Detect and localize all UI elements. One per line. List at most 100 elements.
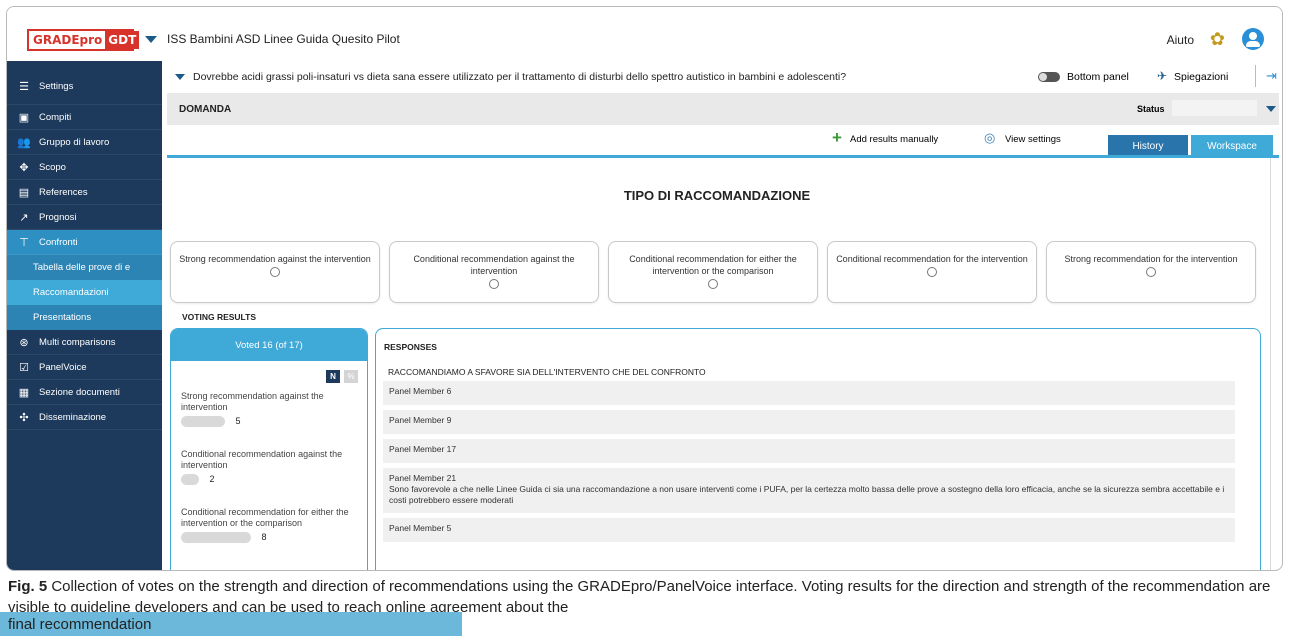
actions-bar: + Add results manually ◎ View settings H… bbox=[162, 125, 1282, 157]
project-title: ISS Bambini ASD Linee Guida Quesito Pilo… bbox=[167, 32, 400, 46]
sidebar-item-references[interactable]: ▤ References bbox=[7, 180, 162, 205]
vote-count: 2 bbox=[209, 474, 215, 485]
tab-history[interactable]: History bbox=[1108, 135, 1188, 157]
option-conditional-either[interactable]: Conditional recommendation for either th… bbox=[608, 241, 818, 303]
radio-button[interactable] bbox=[708, 279, 718, 289]
references-icon: ▤ bbox=[18, 186, 30, 199]
team-icon: 👥 bbox=[17, 136, 31, 149]
domanda-bar[interactable]: DOMANDA Status bbox=[167, 93, 1279, 125]
plus-icon[interactable]: + bbox=[832, 129, 842, 146]
vote-bar bbox=[181, 532, 251, 544]
status-label: Status bbox=[1137, 104, 1165, 114]
divider bbox=[167, 155, 1279, 158]
panel-member-name: Panel Member 5 bbox=[389, 523, 452, 533]
sidebar-subitem-tabella[interactable]: Tabella delle prove di e bbox=[7, 255, 162, 280]
question-text: Dovrebbe acidi grassi poli-insaturi vs d… bbox=[193, 71, 847, 83]
responses-header: RESPONSES bbox=[384, 342, 437, 352]
percent-toggle-button[interactable]: % bbox=[344, 370, 358, 383]
option-strong-for[interactable]: Strong recommendation for the interventi… bbox=[1046, 241, 1256, 303]
gradepro-logo[interactable]: GRADEpro GDT bbox=[27, 29, 140, 51]
sidebar-item-label: PanelVoice bbox=[39, 361, 87, 373]
view-settings-button[interactable]: View settings bbox=[1005, 134, 1061, 145]
response-row: Panel Member 17 bbox=[383, 439, 1235, 463]
tasks-icon: ▣ bbox=[18, 111, 30, 124]
logo-text: GRADEpro bbox=[33, 33, 103, 47]
add-results-button[interactable]: Add results manually bbox=[850, 134, 938, 145]
radio-button[interactable] bbox=[927, 267, 937, 277]
sidebar-item-multi-comparisons[interactable]: ⊛ Multi comparisons bbox=[7, 330, 162, 355]
sidebar-subitem-raccomandazioni[interactable]: Raccomandazioni bbox=[7, 280, 162, 305]
option-label: Conditional recommendation against the i… bbox=[413, 254, 575, 276]
response-row: Panel Member 21 Sono favorevole a che ne… bbox=[383, 468, 1235, 513]
panel-member-name: Panel Member 17 bbox=[389, 444, 457, 454]
sidebar-item-label: Gruppo di lavoro bbox=[39, 136, 110, 148]
chevron-down-icon[interactable] bbox=[1266, 106, 1276, 112]
sidebar-item-compiti[interactable]: ▣ Compiti bbox=[7, 105, 162, 130]
panel-member-name: Panel Member 6 bbox=[389, 386, 452, 396]
sidebar-item-panelvoice[interactable]: ☑ PanelVoice bbox=[7, 355, 162, 380]
response-row: Panel Member 5 bbox=[383, 518, 1235, 542]
chevron-down-icon[interactable] bbox=[175, 74, 185, 80]
bottom-panel-toggle[interactable] bbox=[1038, 72, 1060, 82]
vote-bar bbox=[181, 474, 199, 486]
option-label: Strong recommendation against the interv… bbox=[179, 254, 371, 264]
app-window: GRADEpro GDT ISS Bambini ASD Linee Guida… bbox=[6, 6, 1283, 571]
bottom-panel-label: Bottom panel bbox=[1067, 71, 1129, 83]
document-icon: ▦ bbox=[18, 386, 30, 399]
vote-bar bbox=[181, 416, 225, 428]
sidebar-item-gruppo[interactable]: 👥 Gruppo di lavoro bbox=[7, 130, 162, 155]
radio-button[interactable] bbox=[489, 279, 499, 289]
panel-member-name: Panel Member 9 bbox=[389, 415, 452, 425]
sidebar-item-sezione-documenti[interactable]: ▦ Sezione documenti bbox=[7, 380, 162, 405]
pin-icon: ✈ bbox=[1157, 69, 1168, 83]
vote-label: Conditional recommendation for either th… bbox=[181, 507, 349, 528]
sidebar-item-label: Confronti bbox=[39, 236, 78, 248]
radio-button[interactable] bbox=[270, 267, 280, 277]
option-conditional-for[interactable]: Conditional recommendation for the inter… bbox=[827, 241, 1037, 303]
count-toggle-button[interactable]: N bbox=[326, 370, 340, 383]
sliders-icon: ☰ bbox=[19, 81, 29, 93]
radio-button[interactable] bbox=[1146, 267, 1156, 277]
explanations-link[interactable]: Spiegazioni bbox=[1174, 71, 1228, 83]
vote-item: Conditional recommendation for either th… bbox=[181, 507, 363, 544]
eye-icon[interactable]: ◎ bbox=[984, 130, 995, 146]
comparisons-icon: ⊤ bbox=[19, 236, 29, 249]
vote-label: Conditional recommendation against the i… bbox=[181, 449, 343, 470]
sidebar-subitem-presentations[interactable]: Presentations bbox=[7, 305, 162, 330]
scope-icon: ✥ bbox=[19, 161, 29, 174]
exit-icon[interactable]: ⇥ bbox=[1266, 68, 1277, 84]
project-dropdown-icon[interactable] bbox=[145, 36, 157, 43]
status-select[interactable] bbox=[1172, 100, 1257, 116]
panelvoice-icon: ☑ bbox=[19, 361, 29, 374]
voting-panel: Voted 16 (of 17) N % Strong recommendati… bbox=[170, 328, 368, 570]
sidebar: ☰ Settings ▣ Compiti 👥 Gruppo di lavoro … bbox=[7, 61, 162, 570]
responses-group-title: RACCOMANDIAMO A SFAVORE SIA DELL'INTERVE… bbox=[388, 367, 706, 377]
sidebar-item-prognosi[interactable]: ↗ Prognosi bbox=[7, 205, 162, 230]
response-row: Panel Member 9 bbox=[383, 410, 1235, 434]
divider bbox=[1255, 65, 1256, 87]
user-avatar-icon[interactable] bbox=[1242, 28, 1264, 50]
sidebar-item-settings[interactable]: ☰ Settings bbox=[7, 61, 162, 105]
help-link[interactable]: Aiuto bbox=[1167, 33, 1194, 47]
recommendation-title: TIPO DI RACCOMANDAZIONE bbox=[623, 188, 811, 203]
sidebar-item-confronti[interactable]: ⊤ Confronti bbox=[7, 230, 162, 255]
sidebar-item-label: Settings bbox=[39, 81, 74, 92]
sidebar-item-disseminazione[interactable]: ✣ Disseminazione bbox=[7, 405, 162, 430]
responses-panel: RESPONSES RACCOMANDIAMO A SFAVORE SIA DE… bbox=[375, 328, 1261, 570]
sidebar-item-label: Disseminazione bbox=[39, 411, 107, 423]
domanda-label: DOMANDA bbox=[179, 103, 232, 115]
gear-icon[interactable]: ✿ bbox=[1210, 30, 1225, 48]
vote-item: Strong recommendation against the interv… bbox=[181, 391, 363, 428]
sidebar-item-scopo[interactable]: ✥ Scopo bbox=[7, 155, 162, 180]
tab-workspace[interactable]: Workspace bbox=[1191, 135, 1273, 157]
option-label: Strong recommendation for the interventi… bbox=[1064, 254, 1238, 264]
multi-icon: ⊛ bbox=[19, 336, 29, 349]
vote-label: Strong recommendation against the interv… bbox=[181, 391, 324, 412]
option-strong-against[interactable]: Strong recommendation against the interv… bbox=[170, 241, 380, 303]
dissemination-icon: ✣ bbox=[19, 411, 29, 424]
vote-count: 8 bbox=[261, 532, 267, 543]
option-conditional-against[interactable]: Conditional recommendation against the i… bbox=[389, 241, 599, 303]
figure-label: Fig. 5 bbox=[8, 578, 48, 595]
sidebar-item-label: Prognosi bbox=[39, 211, 77, 223]
sidebar-item-label: Sezione documenti bbox=[39, 386, 120, 398]
